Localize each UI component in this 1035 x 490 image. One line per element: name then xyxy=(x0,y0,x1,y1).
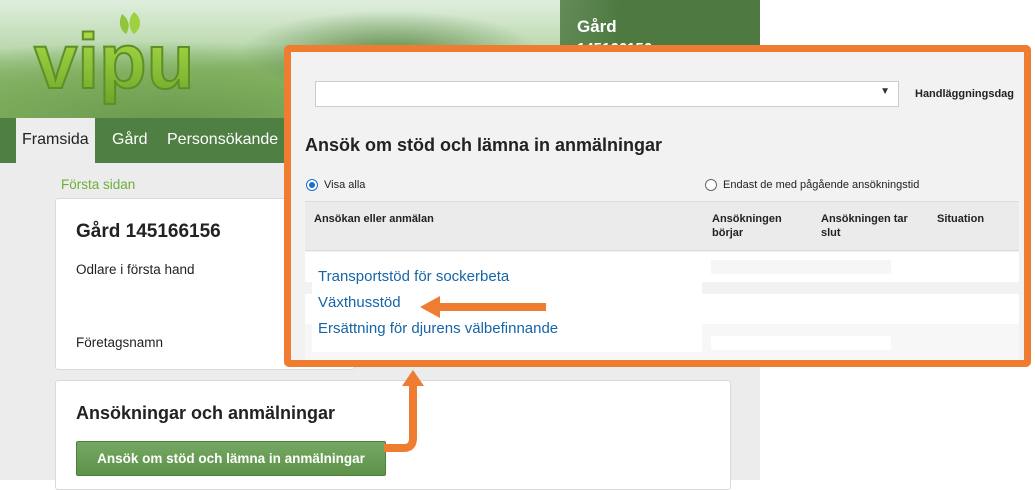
vipu-logo[interactable]: vipu xyxy=(30,6,240,116)
column-header-situation: Situation xyxy=(937,213,985,225)
table-header: Ansökan eller anmälan Ansökningen börjar… xyxy=(305,201,1019,251)
link-greenhouse-support[interactable]: Växthusstöd xyxy=(318,294,401,311)
handling-day-label: Handläggningsdag xyxy=(915,88,1014,100)
radio-show-all-label: Visa alla xyxy=(324,179,366,191)
nav-item-framsida[interactable]: Framsida xyxy=(16,118,95,163)
radio-selected-icon[interactable] xyxy=(306,179,318,191)
nav-item-personsokande[interactable]: Personsökande xyxy=(161,118,284,163)
apply-for-support-button[interactable]: Ansök om stöd och lämna in anmälningar xyxy=(76,441,386,476)
farm-select-dropdown[interactable]: ▼ xyxy=(315,81,899,107)
grower-label: Odlare i första hand xyxy=(76,262,195,277)
link-animal-welfare[interactable]: Ersättning för djurens välbefinnande xyxy=(318,320,558,337)
arrow-left-icon xyxy=(420,296,546,318)
farm-card-title: Gård 145166156 xyxy=(76,221,221,242)
column-header-application: Ansökan eller anmälan xyxy=(314,213,434,225)
link-sugar-beet-transport[interactable]: Transportstöd för sockerbeta xyxy=(318,268,509,285)
logo-text: vipu xyxy=(34,17,194,105)
applications-card-title: Ansökningar och anmälningar xyxy=(76,403,336,423)
radio-only-ongoing-label: Endast de med pågående ansökningstid xyxy=(723,179,920,191)
breadcrumb[interactable]: Första sidan xyxy=(61,177,135,192)
arrow-up-icon xyxy=(384,370,424,452)
radio-show-all[interactable]: Visa alla xyxy=(306,177,365,193)
start-date-cell xyxy=(711,336,891,350)
column-header-start: Ansökningen börjar xyxy=(712,213,782,239)
company-name-label: Företagsnamn xyxy=(76,335,164,350)
caret-down-icon: ▼ xyxy=(880,86,890,97)
radio-only-ongoing[interactable]: Endast de med pågående ansökningstid xyxy=(705,177,919,193)
start-date-cell xyxy=(711,260,891,274)
radio-unselected-icon[interactable] xyxy=(705,179,717,191)
zoom-content: ▼ Handläggningsdag Ansök om stöd och läm… xyxy=(291,52,1024,360)
apply-heading: Ansök om stöd och lämna in anmälningar xyxy=(305,135,663,155)
column-header-end: Ansökningen tar slut xyxy=(821,213,908,239)
nav-item-gard[interactable]: Gård xyxy=(106,118,154,163)
farm-label: Gård xyxy=(577,17,617,36)
zoom-callout: ▼ Handläggningsdag Ansök om stöd och läm… xyxy=(284,45,1031,367)
